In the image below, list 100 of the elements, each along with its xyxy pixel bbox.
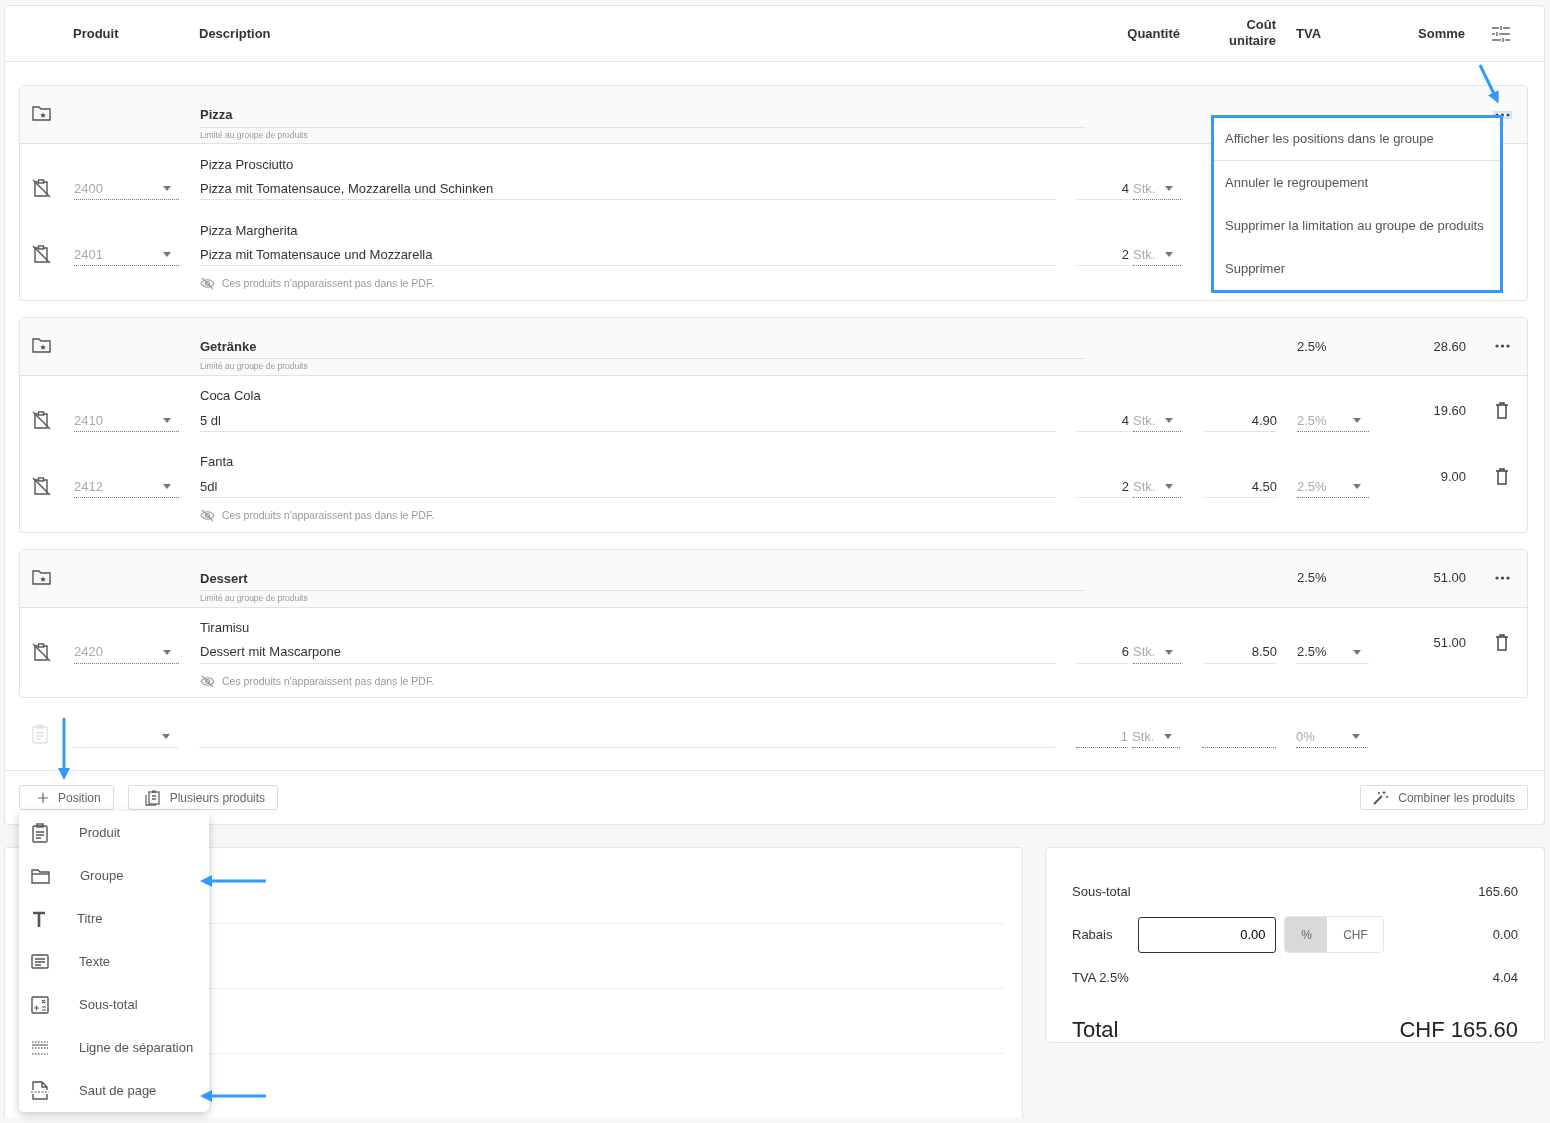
caret-icon bbox=[163, 483, 171, 489]
product-name: Pizza Prosciutto bbox=[200, 155, 295, 174]
menu-item[interactable]: Sous-total bbox=[19, 983, 209, 1027]
discount-value: 0.00 bbox=[1492, 926, 1518, 944]
tax-label: TVA 2.5% bbox=[1072, 969, 1129, 987]
line-sum: 51.00 bbox=[1433, 634, 1466, 650]
eye-slash-icon bbox=[200, 277, 215, 291]
clipboard-slash-icon bbox=[32, 475, 51, 496]
dotted-lines-icon bbox=[31, 1039, 49, 1056]
group-limit-note: Limité au groupe de produits bbox=[200, 360, 309, 373]
column-header: Description bbox=[199, 25, 271, 41]
clipboard-slash-icon bbox=[32, 244, 51, 264]
caret-icon bbox=[1165, 483, 1173, 489]
quantity-value: 6 bbox=[1121, 643, 1129, 662]
group-name-field[interactable]: Pizza bbox=[200, 86, 1086, 128]
folder-star-icon bbox=[32, 336, 51, 353]
caret-icon bbox=[1352, 734, 1360, 740]
caret-icon bbox=[1165, 417, 1173, 423]
trash-icon[interactable] bbox=[1495, 468, 1509, 486]
calculator-icon bbox=[31, 995, 49, 1014]
eye-slash-icon bbox=[200, 674, 215, 688]
clipboards-icon bbox=[144, 789, 160, 806]
column-header: Somme bbox=[1418, 25, 1465, 41]
settings-icon[interactable] bbox=[1492, 25, 1510, 42]
menu-item[interactable]: Supprimer la limitation au groupe de produits bbox=[1214, 204, 1500, 247]
caret-icon bbox=[1165, 252, 1173, 257]
caret-icon bbox=[1353, 417, 1361, 423]
more-icon[interactable] bbox=[1495, 576, 1510, 580]
menu-item[interactable]: Annuler le regroupement bbox=[1214, 161, 1500, 204]
menu-item[interactable]: Ligne de séparation bbox=[19, 1026, 209, 1070]
page-break-icon bbox=[31, 1081, 49, 1101]
column-header: Produit bbox=[73, 25, 119, 41]
eye-slash-icon bbox=[200, 509, 215, 523]
pdf-note: Ces produits n'apparaissent pas dans le PDF. bbox=[222, 673, 435, 689]
clipboard-slash-icon bbox=[32, 641, 51, 662]
pdf-note: Ces produits n'apparaissent pas dans le PDF. bbox=[222, 276, 435, 291]
quantity-value: 4 bbox=[1121, 411, 1129, 430]
caret-icon bbox=[1164, 734, 1172, 740]
text-lines-icon bbox=[31, 953, 49, 971]
unit-toggle[interactable]: % bbox=[1285, 917, 1328, 953]
subtotal-label: Sous-total bbox=[1072, 883, 1131, 901]
trash-icon[interactable] bbox=[1495, 634, 1509, 651]
clipboard-icon bbox=[31, 822, 49, 843]
add-position-button[interactable]: Position bbox=[19, 785, 114, 811]
more-icon[interactable] bbox=[1495, 112, 1510, 117]
total-value: CHF 165.60 bbox=[1399, 1015, 1518, 1044]
product-name: Fanta bbox=[200, 453, 235, 472]
total-label: Total bbox=[1072, 1015, 1119, 1044]
column-header: Quantité bbox=[1127, 25, 1180, 41]
menu-item[interactable]: Groupe bbox=[19, 854, 209, 898]
group-name: Pizza bbox=[200, 107, 233, 122]
trash-icon[interactable] bbox=[1495, 402, 1509, 420]
group-limit-note: Limité au groupe de produits bbox=[200, 128, 309, 142]
discount-field[interactable]: 0.00 bbox=[1138, 916, 1277, 953]
column-header: TVA bbox=[1296, 25, 1322, 41]
description-field[interactable]: 5dl bbox=[200, 475, 1056, 498]
more-icon[interactable] bbox=[1495, 344, 1510, 349]
quantity-value: 2 bbox=[1121, 245, 1129, 264]
group-name-field[interactable]: Getränke bbox=[200, 317, 1086, 360]
tax-value: 4.04 bbox=[1492, 969, 1518, 987]
line-sum: 9.00 bbox=[1440, 469, 1466, 484]
description-field[interactable]: Dessert mit Mascarpone bbox=[200, 641, 1056, 664]
combine-products-button[interactable]: Combiner les produits bbox=[1360, 785, 1528, 811]
plus-icon bbox=[38, 792, 48, 803]
discount-label: Rabais bbox=[1072, 926, 1113, 944]
caret-icon bbox=[163, 252, 171, 257]
quantity-value: 4 bbox=[1121, 179, 1129, 198]
caret-icon bbox=[163, 186, 171, 191]
multiple-products-button[interactable]: Plusieurs produits bbox=[127, 785, 279, 811]
tax-select[interactable]: 2.5% bbox=[1297, 641, 1369, 664]
column-header: Coût unitaire bbox=[1228, 16, 1276, 49]
clipboard-slash-icon bbox=[32, 409, 51, 430]
group-name-field[interactable]: Dessert bbox=[200, 549, 1086, 591]
product-name: Tiramisu bbox=[200, 619, 251, 637]
magic-wand-icon bbox=[1373, 790, 1389, 806]
subtotal-value: 165.60 bbox=[1478, 883, 1518, 901]
unit-cost-field[interactable]: 4.90 bbox=[1203, 409, 1277, 432]
group-name: Getränke bbox=[200, 338, 257, 354]
quantity-value: 2 bbox=[1121, 477, 1129, 496]
description-field[interactable]: Pizza mit Tomatensauce und Mozzarella bbox=[200, 244, 1056, 266]
tax-rate: 2.5% bbox=[1297, 570, 1327, 586]
menu-item[interactable]: Saut de page bbox=[19, 1069, 209, 1113]
pdf-note: Ces produits n'apparaissent pas dans le PDF. bbox=[222, 507, 435, 523]
caret-icon bbox=[162, 734, 170, 740]
menu-item[interactable]: Texte bbox=[19, 940, 209, 984]
folder-star-icon bbox=[32, 105, 51, 121]
unit-cost-field[interactable]: 4.50 bbox=[1203, 475, 1277, 498]
menu-item[interactable]: Produit bbox=[19, 811, 209, 855]
caret-icon bbox=[1353, 483, 1361, 489]
menu-item[interactable]: Titre bbox=[19, 897, 209, 941]
caret-icon bbox=[1165, 649, 1173, 655]
menu-item[interactable]: Supprimer bbox=[1214, 247, 1500, 290]
caret-icon bbox=[163, 649, 171, 655]
quantity-value: 1 bbox=[1120, 728, 1128, 746]
unit-cost-field[interactable]: 8.50 bbox=[1203, 641, 1277, 664]
group-limit-note: Limité au groupe de produits bbox=[200, 592, 309, 605]
description-field[interactable]: Pizza mit Tomatensauce, Mozzarella und Schinken bbox=[200, 178, 1056, 200]
clipboard-icon bbox=[31, 724, 49, 745]
description-field[interactable]: 5 dl bbox=[200, 409, 1056, 432]
group-sum: 51.00 bbox=[1433, 570, 1466, 586]
